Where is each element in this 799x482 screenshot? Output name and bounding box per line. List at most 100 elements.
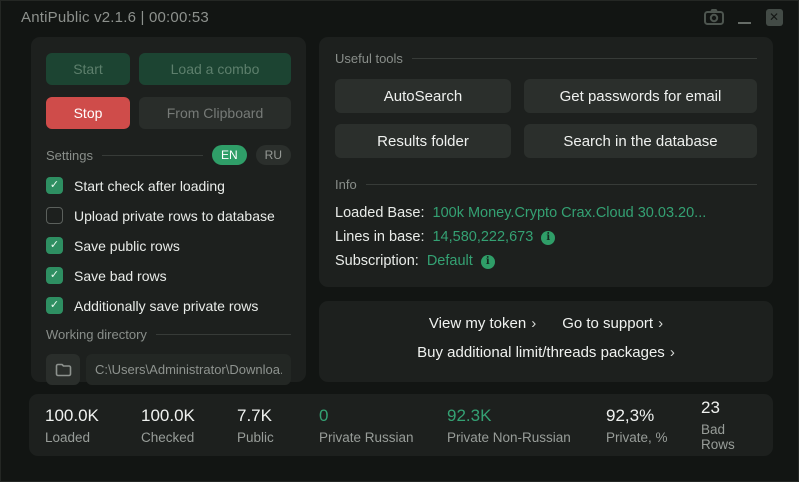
settings-label: Settings: [46, 147, 93, 163]
links-panel: View my token › Go to support › Buy additio…: [319, 301, 773, 382]
start-button[interactable]: Start: [46, 53, 130, 85]
info-header: Info: [335, 177, 757, 192]
subscription-label: Subscription:: [335, 253, 419, 269]
checkbox-checked-icon: ✓: [46, 237, 63, 254]
buy-packages-link[interactable]: Buy additional limit/threads packages ›: [417, 344, 675, 361]
screenshot-button[interactable]: [702, 5, 726, 29]
stat-label: Private Russian: [319, 429, 414, 445]
chevron-right-icon: ›: [669, 344, 675, 361]
checkbox-checked-icon: ✓: [46, 297, 63, 314]
search-database-button[interactable]: Search in the database: [524, 124, 757, 158]
checkbox-unchecked-icon: [46, 207, 63, 224]
loaded-base-label: Loaded Base:: [335, 205, 425, 221]
working-directory-header: Working directory: [46, 327, 291, 342]
stat-private-percent: 92,3% Private, %: [606, 406, 701, 445]
stat-value: 100.0K: [141, 405, 195, 425]
stat-label: Checked: [141, 429, 195, 445]
info-label: Info: [335, 177, 357, 192]
subscription-value: Default: [426, 253, 473, 269]
checkmark-icon: ✓: [49, 239, 60, 251]
results-folder-button[interactable]: Results folder: [335, 124, 511, 158]
stat-bad-rows: 23 Bad Rows: [701, 398, 757, 452]
stat-label: Bad Rows: [701, 422, 735, 452]
load-combo-button[interactable]: Load a combo: [139, 53, 291, 85]
chevron-right-icon: ›: [531, 315, 537, 332]
checkbox-label: Save bad rows: [74, 267, 167, 284]
lines-in-base-row: Lines in base: 14,580,222,673 i: [335, 228, 757, 247]
loaded-base-value: 100k Money.Crypto Crax.Cloud 30.03.20...: [432, 205, 707, 221]
minimize-icon: [737, 22, 751, 24]
checkbox-label: Start check after loading: [74, 177, 225, 194]
checkbox-checked-icon: ✓: [46, 267, 63, 284]
from-clipboard-button[interactable]: From Clipboard: [139, 97, 291, 129]
language-toggle-ru[interactable]: RU: [255, 145, 291, 165]
folder-icon: [55, 363, 71, 376]
stat-value: 92.3K: [447, 405, 492, 425]
stat-value: 7.7K: [237, 405, 272, 425]
close-icon: ✕: [765, 8, 783, 26]
working-directory-row: [46, 354, 291, 385]
stat-value: 100.0K: [45, 405, 99, 425]
stat-private-russian: 0 Private Russian: [319, 406, 447, 445]
working-directory-divider: [155, 334, 291, 335]
get-passwords-button[interactable]: Get passwords for email: [524, 79, 757, 113]
checkmark-icon: ✓: [49, 269, 60, 281]
stat-label: Private Non-Russian: [447, 429, 571, 445]
stat-value: 23: [701, 398, 720, 417]
view-token-link[interactable]: View my token ›: [429, 315, 536, 332]
support-label: Go to support: [562, 315, 654, 332]
stat-label: Public: [237, 429, 274, 445]
title-bar: AntiPublic v2.1.6 | 00:00:53 ✕: [1, 1, 798, 33]
language-toggle-en[interactable]: EN: [211, 145, 247, 165]
checkbox-save-bad[interactable]: ✓ Save bad rows: [46, 267, 291, 284]
checkbox-label: Save public rows: [74, 237, 180, 254]
info-divider: [365, 184, 757, 185]
control-panel: Start Load a combo Stop From Clipboard S…: [31, 37, 306, 385]
stop-button-row: Stop From Clipboard: [46, 97, 291, 129]
stat-loaded: 100.0K Loaded: [45, 406, 141, 445]
settings-divider: [101, 154, 203, 156]
stat-checked: 100.0K Checked: [141, 406, 237, 445]
run-button-row: Start Load a combo: [46, 53, 291, 85]
info-icon[interactable]: i: [541, 230, 556, 245]
checkbox-start-check[interactable]: ✓ Start check after loading: [46, 177, 291, 194]
loaded-base-row: Loaded Base: 100k Money.Crypto Crax.Clou…: [335, 204, 757, 223]
subscription-row: Subscription: Default i: [335, 252, 757, 271]
settings-header: Settings EN RU: [46, 145, 291, 165]
stat-label: Private, %: [606, 429, 668, 445]
stat-label: Loaded: [45, 429, 91, 445]
checkbox-checked-icon: ✓: [46, 177, 63, 194]
close-button[interactable]: ✕: [762, 5, 786, 29]
autosearch-button[interactable]: AutoSearch: [335, 79, 511, 113]
checkmark-icon: ✓: [49, 299, 60, 311]
checkbox-label: Additionally save private rows: [74, 297, 259, 314]
stats-bar: 100.0K Loaded 100.0K Checked 7.7K Public…: [29, 394, 773, 456]
stat-public: 7.7K Public: [237, 406, 319, 445]
checkmark-icon: ✓: [49, 179, 60, 191]
chevron-right-icon: ›: [658, 315, 664, 332]
checkbox-save-private[interactable]: ✓ Additionally save private rows: [46, 297, 291, 314]
minimize-button[interactable]: [732, 5, 756, 29]
view-token-label: View my token: [428, 315, 527, 332]
tools-grid: AutoSearch Get passwords for email Resul…: [335, 79, 757, 158]
app-window: AntiPublic v2.1.6 | 00:00:53 ✕ Start Loa…: [0, 0, 799, 482]
checkbox-upload-private[interactable]: Upload private rows to database: [46, 207, 291, 224]
working-directory-label: Working directory: [46, 327, 147, 342]
tools-info-panel: Useful tools AutoSearch Get passwords fo…: [319, 37, 773, 287]
checkbox-save-public[interactable]: ✓ Save public rows: [46, 237, 291, 254]
support-link[interactable]: Go to support ›: [562, 315, 663, 332]
buy-packages-label: Buy additional limit/threads packages: [417, 344, 665, 361]
useful-tools-divider: [411, 58, 757, 59]
lines-in-base-value: 14,580,222,673: [432, 229, 534, 245]
stat-value: 92,3%: [606, 405, 655, 425]
lines-in-base-label: Lines in base:: [335, 229, 425, 245]
working-directory-input[interactable]: [86, 354, 291, 385]
useful-tools-label: Useful tools: [335, 51, 403, 66]
stat-value: 0: [319, 405, 329, 425]
info-rows: Loaded Base: 100k Money.Crypto Crax.Clou…: [335, 204, 757, 271]
browse-folder-button[interactable]: [46, 354, 80, 385]
links-line-1: View my token › Go to support ›: [335, 315, 757, 332]
info-icon[interactable]: i: [480, 254, 495, 269]
stop-button[interactable]: Stop: [46, 97, 130, 129]
window-title: AntiPublic v2.1.6 | 00:00:53: [21, 8, 209, 26]
